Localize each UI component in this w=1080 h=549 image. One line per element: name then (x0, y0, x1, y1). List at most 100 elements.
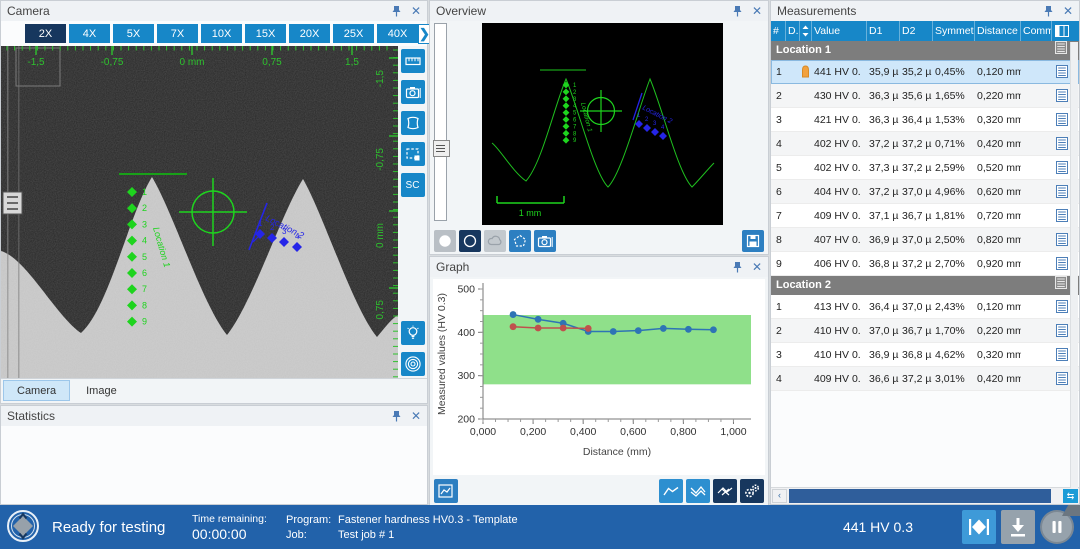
measurement-row[interactable]: 2410 HV 0.37,0 µ36,7 µ1,70%0,220 mm (771, 319, 1079, 343)
measurement-row[interactable]: 7409 HV 0.37,1 µ36,7 µ1,81%0,720 mm (771, 204, 1079, 228)
column-header-value[interactable]: Value (812, 21, 867, 41)
slider-handle[interactable] (433, 140, 450, 157)
sc-mode-button[interactable]: SC (401, 173, 425, 197)
magnification-button-20x[interactable]: 20X (289, 24, 330, 43)
svg-text:1: 1 (142, 187, 147, 197)
capture-image-button[interactable] (401, 80, 425, 104)
column-header-symmetry[interactable]: Symmetry (933, 21, 975, 41)
measurement-row[interactable]: 6404 HV 0.37,2 µ37,0 µ4,96%0,620 mm (771, 180, 1079, 204)
measurement-row[interactable]: 9406 HV 0.36,8 µ37,2 µ2,70%0,920 mm (771, 252, 1079, 276)
measurement-row[interactable]: 3410 HV 0.36,9 µ36,8 µ4,62%0,320 mm (771, 343, 1079, 367)
magnification-button-25x[interactable]: 25X (333, 24, 374, 43)
tab-image[interactable]: Image (72, 380, 131, 401)
comment-icon[interactable] (1052, 137, 1072, 150)
pin-icon[interactable] (392, 410, 401, 422)
cloud-overlay-button[interactable] (484, 230, 506, 252)
surface-shape-button[interactable] (401, 111, 425, 135)
column-header-d[interactable]: D... (786, 21, 800, 41)
lower-stage-button[interactable] (1001, 510, 1035, 544)
measurement-row[interactable]: 5402 HV 0.37,3 µ37,2 µ2,59%0,520 mm (771, 156, 1079, 180)
magnification-button-7x[interactable]: 7X (157, 24, 198, 43)
overview-capture-button[interactable] (534, 230, 556, 252)
column-chooser-icon[interactable] (1052, 21, 1072, 41)
measurement-row[interactable]: 4409 HV 0.36,6 µ37,2 µ3,01%0,420 mm (771, 367, 1079, 391)
pin-icon[interactable] (733, 261, 742, 273)
column-header-number[interactable]: # (771, 21, 786, 41)
tab-camera[interactable]: Camera (3, 380, 70, 401)
pin-icon[interactable] (733, 5, 742, 17)
group-comment-icon[interactable] (1055, 41, 1067, 61)
measurement-row[interactable]: 1413 HV 0.36,4 µ37,0 µ2,43%0,120 mm (771, 295, 1079, 319)
comment-icon[interactable] (1052, 161, 1072, 174)
ruler-tool-button[interactable] (401, 49, 425, 73)
cell-value: 407 HV 0. (812, 234, 867, 246)
column-header-d1[interactable]: D1 (867, 21, 900, 41)
group-row-location-1[interactable]: Location 1 (771, 41, 1079, 60)
comment-icon[interactable] (1052, 89, 1072, 102)
vertical-scrollbar[interactable] (1070, 42, 1078, 488)
close-icon[interactable]: ✕ (411, 5, 421, 17)
area-chart-button[interactable] (686, 479, 710, 503)
comment-icon[interactable] (1052, 113, 1072, 126)
magnification-button-10x[interactable]: 10X (201, 24, 242, 43)
cell-d1: 36,3 µ (867, 90, 900, 102)
show-outline-indents-button[interactable] (459, 230, 481, 252)
svg-text:0,75: 0,75 (375, 300, 386, 320)
comment-icon[interactable] (1052, 209, 1072, 222)
statistics-body (1, 426, 427, 504)
comment-icon[interactable] (1052, 65, 1072, 78)
start-indent-button[interactable] (962, 510, 996, 544)
graph-panel: Graph ✕ 2003004005000,0000,2000,4000,600… (429, 256, 769, 506)
magnification-button-40x[interactable]: 40X (377, 24, 418, 43)
graph-settings-button[interactable] (740, 479, 764, 503)
chart-limits-button[interactable] (713, 479, 737, 503)
magnification-button-5x[interactable]: 5X (113, 24, 154, 43)
comment-icon[interactable] (1052, 185, 1072, 198)
group-row-location-2[interactable]: Location 2 (771, 276, 1079, 295)
measurement-row[interactable]: 2430 HV 0.36,3 µ35,6 µ1,65%0,220 mm (771, 84, 1079, 108)
sc-label: SC (406, 180, 420, 191)
close-icon[interactable]: ✕ (411, 410, 421, 422)
measurements-panel-title: Measurements (777, 4, 856, 18)
graph-report-button[interactable] (434, 479, 458, 503)
comment-icon[interactable] (1052, 348, 1072, 361)
measurement-row[interactable]: 3421 HV 0.36,3 µ36,4 µ1,53%0,320 mm (771, 108, 1079, 132)
close-icon[interactable]: ✕ (752, 261, 762, 273)
comment-icon[interactable] (1052, 233, 1072, 246)
main-area: Camera ✕ 2X4X5X7X10X15X20X25X40X ❯ -1,5-… (0, 0, 1080, 505)
column-header-distance[interactable]: Distance (975, 21, 1021, 41)
save-overview-button[interactable] (742, 230, 764, 252)
magnification-button-4x[interactable]: 4X (69, 24, 110, 43)
close-icon[interactable]: ✕ (1063, 5, 1073, 17)
group-comment-icon[interactable] (1055, 276, 1067, 296)
comment-icon[interactable] (1052, 324, 1072, 337)
focus-rings-button[interactable] (401, 352, 425, 376)
measurement-row[interactable]: 8407 HV 0.36,9 µ37,0 µ2,50%0,820 mm (771, 228, 1079, 252)
camera-live-image[interactable]: -1,5-0,750 mm0,751,5-1,5-0,750 mm0,75123… (1, 46, 398, 378)
contour-overlay-button[interactable] (509, 230, 531, 252)
column-header-comment[interactable]: Comme. (1021, 21, 1052, 41)
panel-corner-button[interactable]: ⇆ (1063, 489, 1078, 503)
comment-icon[interactable] (1052, 300, 1072, 313)
pin-icon[interactable] (392, 5, 401, 17)
show-filled-indents-button[interactable] (434, 230, 456, 252)
line-chart-button[interactable] (659, 479, 683, 503)
sort-icon[interactable] (800, 21, 812, 41)
illumination-button[interactable] (401, 321, 425, 345)
measurement-row[interactable]: 1441 HV 0.35,9 µ35,2 µ0,45%0,120 mm (771, 60, 1079, 84)
measurement-row[interactable]: 4402 HV 0.37,2 µ37,2 µ0,71%0,420 mm (771, 132, 1079, 156)
region-select-button[interactable] (401, 142, 425, 166)
pin-icon[interactable] (1044, 5, 1053, 17)
comment-icon[interactable] (1052, 257, 1072, 270)
overview-map[interactable]: 123456789Location 11234Location 21 mm (482, 23, 723, 225)
scroll-left-arrow[interactable]: ‹ (772, 489, 787, 503)
overview-zoom-slider[interactable] (434, 23, 447, 221)
comment-icon[interactable] (1052, 372, 1072, 385)
time-remaining-block: Time remaining: 00:00:00 (192, 513, 272, 542)
cell-value: 404 HV 0. (812, 186, 867, 198)
close-icon[interactable]: ✕ (752, 5, 762, 17)
magnification-button-15x[interactable]: 15X (245, 24, 286, 43)
magnification-button-2x[interactable]: 2X (25, 24, 66, 43)
column-header-d2[interactable]: D2 (900, 21, 933, 41)
scrollbar-thumb[interactable] (789, 489, 1051, 503)
